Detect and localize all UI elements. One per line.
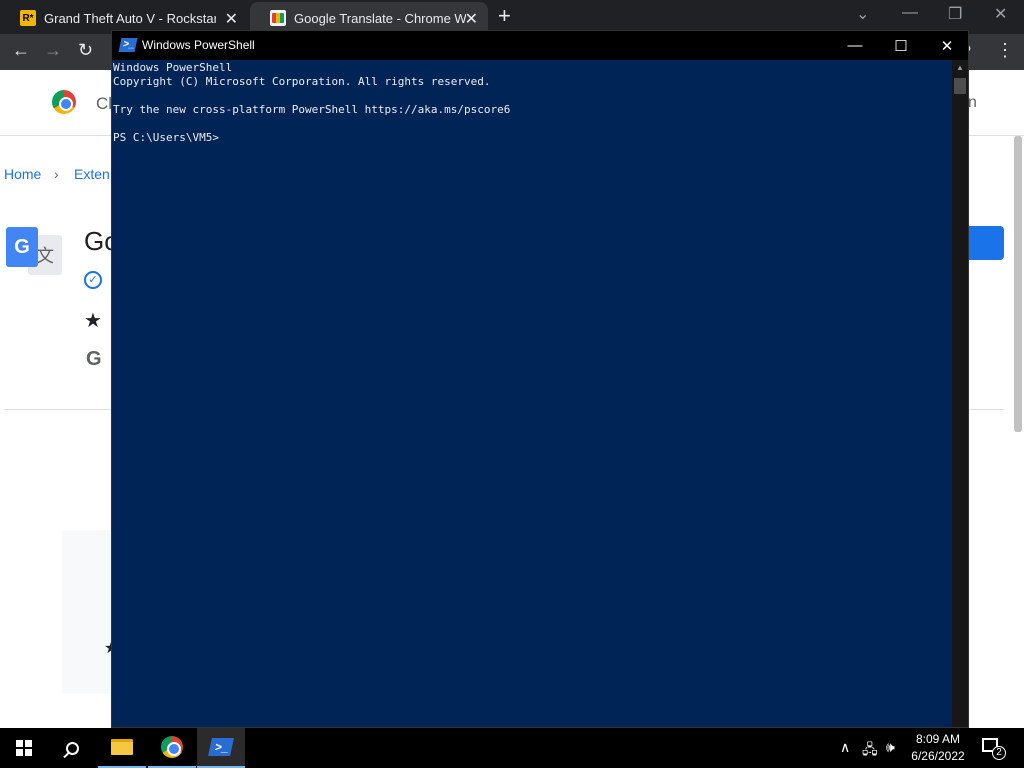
new-tab-button[interactable]: + (498, 3, 511, 29)
google-g-icon: G (86, 348, 102, 370)
tab-search-icon[interactable]: ⌄ (856, 4, 869, 24)
volume-icon[interactable]: 🕪 (886, 739, 895, 756)
action-center-button[interactable]: 2 (980, 736, 1006, 760)
store-header-right-text[interactable]: n (968, 94, 977, 112)
window-title: Windows PowerShell (142, 38, 255, 52)
page-scrollbar[interactable] (1014, 136, 1022, 432)
powershell-titlebar[interactable]: >_ Windows PowerShell — ☐ ✕ (112, 31, 968, 60)
powershell-icon: >_ (118, 38, 138, 52)
show-hidden-icons-chevron-icon[interactable]: ∧ (840, 739, 850, 756)
taskbar-file-explorer[interactable] (98, 728, 146, 768)
breadcrumb-extensions[interactable]: Exten (74, 166, 110, 182)
taskbar-chrome[interactable] (148, 728, 196, 768)
maximize-button[interactable]: ☐ (878, 31, 924, 60)
scrollbar-thumb[interactable] (954, 78, 966, 94)
breadcrumb-home[interactable]: Home (4, 166, 41, 182)
browser-close-button[interactable]: ✕ (994, 4, 1007, 24)
chrome-web-store-icon (270, 10, 286, 26)
minimize-button[interactable]: — (832, 31, 878, 60)
browser-minimize-button[interactable]: — (902, 4, 918, 22)
rockstar-icon: R* (20, 10, 36, 26)
search-icon (65, 741, 79, 755)
chrome-icon (161, 736, 183, 758)
powershell-icon: >_ (208, 738, 234, 756)
start-button[interactable] (0, 728, 48, 768)
forward-arrow-icon[interactable]: → (44, 40, 62, 61)
tab-title: Google Translate - Chrome Web (294, 10, 466, 26)
powershell-window: >_ Windows PowerShell — ☐ ✕ Windows Powe… (111, 30, 969, 728)
network-icon[interactable]: 🖧 (862, 739, 878, 763)
verified-badge-icon: ✓ (84, 271, 102, 289)
clock-date: 6/26/2022 (911, 749, 965, 763)
taskbar-clock[interactable]: 8:09 AM 6/26/2022 (906, 731, 970, 765)
chrome-web-store-logo-icon[interactable] (52, 90, 76, 114)
search-button[interactable] (48, 728, 96, 768)
tab-close-icon[interactable]: ✕ (225, 9, 238, 29)
taskbar: >_ ∧ 🖧 🕪 8:09 AM 6/26/2022 2 (0, 728, 1024, 768)
tab-title: Grand Theft Auto V - Rockstar Ga (44, 10, 216, 26)
store-title[interactable]: Cl (96, 94, 112, 114)
folder-icon (111, 739, 133, 755)
google-translate-icon: 文 G (6, 227, 62, 283)
tab-close-icon[interactable]: ✕ (465, 9, 478, 29)
chrome-menu-icon[interactable]: ⋮ (996, 40, 1014, 61)
notification-count-badge: 2 (992, 746, 1006, 760)
browser-restore-button[interactable]: ❐ (948, 4, 962, 24)
breadcrumb-chevron-icon: › (54, 166, 59, 182)
reload-icon[interactable]: ↻ (78, 40, 93, 61)
close-button[interactable]: ✕ (924, 31, 970, 60)
back-arrow-icon[interactable]: ← (12, 40, 30, 61)
browser-tabstrip: R* Grand Theft Auto V - Rockstar Ga ✕ Go… (0, 0, 1024, 34)
windows-logo-icon (16, 740, 32, 756)
clock-time: 8:09 AM (915, 732, 961, 746)
scroll-up-icon[interactable]: ▲ (956, 63, 964, 72)
rating-star-icon: ★ (84, 310, 102, 332)
console-output[interactable]: Windows PowerShell Copyright (C) Microso… (112, 60, 952, 727)
taskbar-powershell[interactable]: >_ (197, 728, 245, 768)
console-scrollbar[interactable]: ▲ (952, 60, 968, 727)
